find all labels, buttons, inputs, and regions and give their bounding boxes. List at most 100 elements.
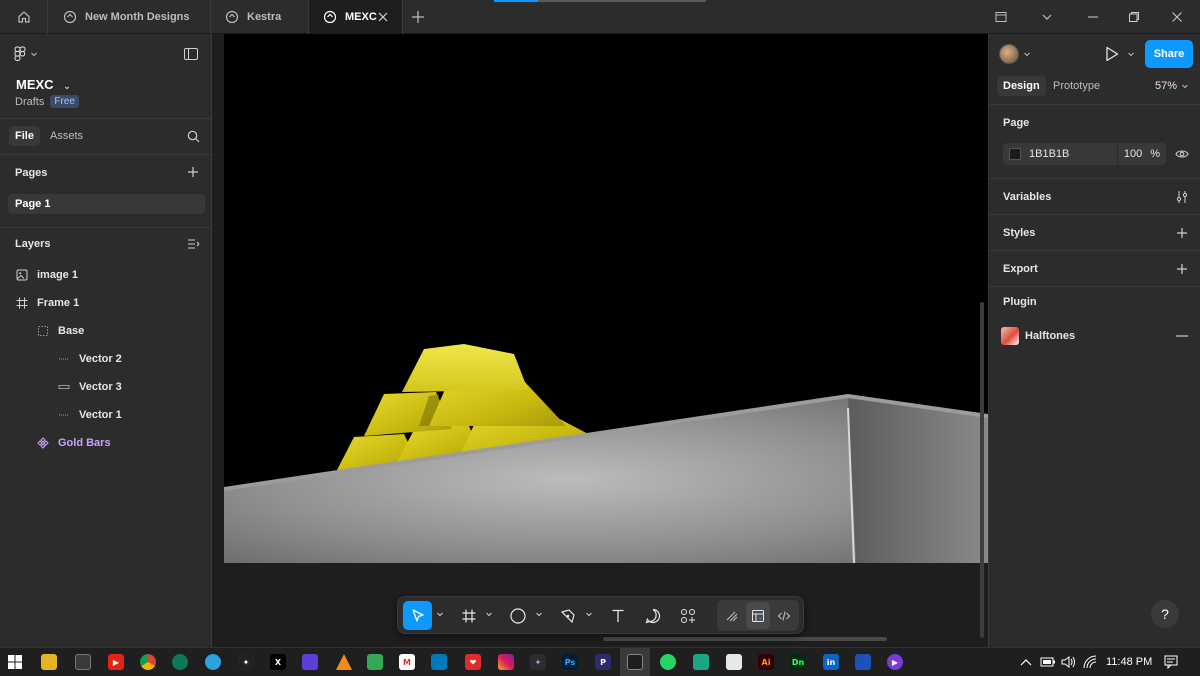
move-tool[interactable] xyxy=(403,601,432,630)
canvas[interactable] xyxy=(213,34,988,647)
share-button[interactable]: Share xyxy=(1145,40,1193,68)
figma-icon[interactable] xyxy=(627,654,643,670)
chevron-down-icon[interactable] xyxy=(485,610,493,618)
volume-icon[interactable] xyxy=(1061,656,1077,668)
tab-mexc[interactable]: MEXC xyxy=(309,0,403,34)
help-button[interactable]: ? xyxy=(1151,600,1179,628)
tab-file[interactable]: File xyxy=(9,126,40,146)
add-export-icon[interactable] xyxy=(1176,263,1188,275)
layer-vector-2[interactable]: Vector 2 xyxy=(58,349,122,369)
vector-icon xyxy=(58,381,70,393)
app-icon[interactable]: ❤ xyxy=(465,654,481,670)
restore-button[interactable] xyxy=(1111,0,1157,34)
layer-frame-1[interactable]: Frame 1 xyxy=(16,293,79,313)
draw-mode-button[interactable] xyxy=(720,602,744,629)
app-icon[interactable]: ✦ xyxy=(238,654,254,670)
dev-mode-button[interactable] xyxy=(772,602,796,629)
minimize-button[interactable] xyxy=(1070,0,1116,34)
main-menu-button[interactable] xyxy=(14,46,38,62)
store-icon[interactable] xyxy=(75,654,91,670)
gemini-icon[interactable]: ✦ xyxy=(530,654,546,670)
linkedin-icon[interactable]: in xyxy=(823,654,839,670)
eye-icon[interactable] xyxy=(1175,148,1189,160)
close-icon[interactable] xyxy=(376,10,390,24)
chevron-up-icon[interactable] xyxy=(1020,658,1032,666)
layer-vector-3[interactable]: Vector 3 xyxy=(58,377,122,397)
frame-1[interactable] xyxy=(224,34,988,563)
actions-tool[interactable] xyxy=(674,601,702,630)
clock[interactable]: 11:48 PM xyxy=(1106,656,1152,668)
comment-tool[interactable] xyxy=(639,601,667,630)
tab-prototype[interactable]: Prototype xyxy=(1047,76,1106,96)
notification-icon[interactable] xyxy=(1164,655,1178,669)
home-button[interactable] xyxy=(0,0,48,34)
app-icon[interactable] xyxy=(855,654,871,670)
vlc-icon[interactable] xyxy=(336,654,352,670)
add-style-icon[interactable] xyxy=(1176,227,1188,239)
design-mode-button[interactable] xyxy=(746,602,770,629)
page-fill-field[interactable]: 1B1B1B xyxy=(1003,143,1117,165)
file-explorer-icon[interactable] xyxy=(41,654,57,670)
add-page-icon[interactable] xyxy=(187,166,199,178)
layer-base[interactable]: Base xyxy=(37,321,84,341)
plugin-title: Plugin xyxy=(1003,296,1037,308)
trello-icon[interactable] xyxy=(431,654,447,670)
page-item[interactable]: Page 1 xyxy=(8,194,205,214)
app-icon[interactable]: ▶ xyxy=(887,654,903,670)
frame-tool[interactable] xyxy=(455,601,483,630)
tab-design[interactable]: Design xyxy=(997,76,1046,96)
shape-tool[interactable] xyxy=(504,601,532,630)
horizontal-scrollbar[interactable] xyxy=(603,637,887,641)
vertical-scrollbar[interactable] xyxy=(980,302,984,638)
zoom-dropdown[interactable]: 57% xyxy=(1155,80,1189,92)
instagram-icon[interactable] xyxy=(498,654,514,670)
app-icon[interactable] xyxy=(172,654,188,670)
whatsapp-icon[interactable] xyxy=(660,654,676,670)
layers-list-icon[interactable] xyxy=(187,238,200,250)
panel-toggle-icon[interactable] xyxy=(184,48,198,60)
tab-kestra[interactable]: Kestra xyxy=(211,0,309,34)
present-button[interactable] xyxy=(1105,46,1135,62)
chevron-down-icon[interactable] xyxy=(436,610,444,618)
dimension-icon[interactable]: Dn xyxy=(790,654,806,670)
x-twitter-icon[interactable]: X xyxy=(270,654,286,670)
layer-vector-1[interactable]: Vector 1 xyxy=(58,405,122,425)
pen-tool[interactable] xyxy=(554,601,582,630)
color-swatch[interactable] xyxy=(1009,148,1021,160)
sidebar-toggle-button[interactable] xyxy=(978,0,1024,34)
illustrator-icon[interactable]: Ai xyxy=(758,654,774,670)
layer-gold-bars[interactable]: Gold Bars xyxy=(37,433,111,453)
plugin-name: Halftones xyxy=(1025,330,1076,342)
new-tab-icon[interactable] xyxy=(410,9,426,25)
youtube-icon[interactable]: ▶ xyxy=(108,654,124,670)
notepad-icon[interactable] xyxy=(726,654,742,670)
windows-start-icon[interactable] xyxy=(8,655,22,669)
project-name[interactable]: MEXC ⌄ xyxy=(16,77,71,92)
variables-icon[interactable] xyxy=(1175,190,1189,204)
text-tool[interactable] xyxy=(604,601,632,630)
battery-icon[interactable] xyxy=(1040,656,1056,668)
component-icon xyxy=(37,437,49,449)
layer-image-1[interactable]: image 1 xyxy=(16,265,78,285)
chevron-down-icon[interactable] xyxy=(585,610,593,618)
collapse-plugin-icon[interactable] xyxy=(1176,335,1188,337)
photoshop-icon[interactable]: Ps xyxy=(562,654,578,670)
gmail-icon[interactable]: M xyxy=(399,654,415,670)
meet-icon[interactable] xyxy=(367,654,383,670)
chrome-icon[interactable] xyxy=(140,654,156,670)
user-menu[interactable] xyxy=(999,44,1031,64)
discord-icon[interactable] xyxy=(302,654,318,670)
telegram-icon[interactable] xyxy=(205,654,221,670)
play-icon xyxy=(1106,46,1119,62)
chevron-down-icon[interactable] xyxy=(535,610,543,618)
tab-assets[interactable]: Assets xyxy=(44,126,89,146)
page-opacity-field[interactable]: 100 % xyxy=(1118,143,1166,165)
search-icon[interactable] xyxy=(187,130,200,143)
wifi-icon[interactable] xyxy=(1083,655,1097,669)
plugin-halftones[interactable]: Halftones xyxy=(1001,327,1075,345)
tabs-menu-button[interactable] xyxy=(1024,0,1070,34)
tab-new-month-designs[interactable]: New Month Designs xyxy=(49,0,211,34)
app-icon[interactable] xyxy=(693,654,709,670)
close-window-button[interactable] xyxy=(1154,0,1200,34)
app-icon[interactable]: P xyxy=(595,654,611,670)
